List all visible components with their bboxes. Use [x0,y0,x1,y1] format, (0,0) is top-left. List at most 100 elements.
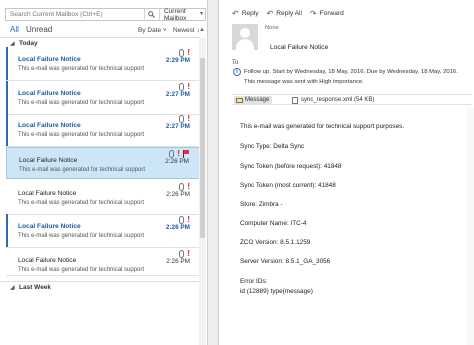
message-item-selected[interactable]: Local Failure Notice This e-mail was gen… [6,147,204,179]
importance-info: This message was sent with High importan… [244,79,364,85]
attachment-icon [179,115,185,123]
sort-by-dropdown[interactable]: By Date ˅ [138,27,167,34]
message-sender: Local Failure Notice [18,257,77,264]
document-icon [292,97,298,104]
body-line: Store: Zimbra - [240,201,283,208]
message-item[interactable]: Local Failure Notice This e-mail was gen… [6,81,204,115]
flag-icon[interactable] [183,150,189,158]
message-time: 2:27 PM [165,123,190,130]
message-status-icons: ! [179,83,190,91]
reply-all-button[interactable]: ↶ Reply All [267,9,302,18]
search-scope-dropdown[interactable]: Current Mailbox ▾ [159,8,206,22]
attachment-icon [179,216,185,224]
reply-all-label: Reply All [276,10,302,17]
message-time: 2:26 PM [166,191,190,198]
message-status-icons: ! [179,250,190,258]
message-item[interactable]: Local Failure Notice This e-mail was gen… [6,47,204,81]
message-preview: This e-mail was generated for technical … [18,66,145,72]
reply-button[interactable]: ↶ Reply [232,9,259,18]
envelope-icon [236,98,243,103]
sort-order-toggle[interactable]: Newest ↓ [173,27,200,34]
message-actions: ↶ Reply ↶ Reply All ↷ Forward [232,9,344,18]
message-tab[interactable]: Message [234,96,273,105]
search-bar: Current Mailbox ▾ [5,8,206,22]
message-time: 2:29 PM [165,57,190,64]
high-importance-icon: ! [187,48,190,57]
message-status-icons: ! [179,115,190,123]
message-status-icons: ! [179,183,190,191]
attachment-icon [179,183,185,191]
scrollbar-thumb[interactable] [200,58,205,238]
reply-icon: ↶ [232,9,239,18]
attachment-file-label: sync_response.xml (54 KB) [301,97,375,103]
message-item[interactable]: Local Failure Notice This e-mail was gen… [6,181,204,215]
attachment-icon [179,49,185,57]
filter-all-tab[interactable]: All [10,25,19,34]
forward-button[interactable]: ↷ Forward [310,9,344,18]
body-line: Sync Token (before request): 41848 [240,163,342,170]
group-label: Last Week [19,284,52,291]
message-sender: Local Failure Notice [19,157,78,164]
reply-label: Reply [241,10,259,17]
body-line: Server Version: 8.5.1_GA_3056 [240,258,331,265]
forward-label: Forward [319,10,344,17]
filter-unread-tab[interactable]: Unread [26,25,52,34]
to-label: To [232,60,239,66]
message-list-pane: Current Mailbox ▾ All Unread By Date ˅ N… [0,0,206,345]
message-preview: This e-mail was generated for technical … [18,100,145,106]
filter-bar: All Unread By Date ˅ Newest ↓ ▲ [0,24,206,36]
chevron-down-icon: ▾ [199,11,203,17]
message-time: 2:26 PM [165,158,189,165]
message-sender: Local Failure Notice [18,190,77,197]
high-importance-icon: ! [187,82,190,91]
message-list-scrollbar[interactable] [199,38,206,345]
message-time: 2:26 PM [165,224,190,231]
high-importance-icon: ! [187,249,190,258]
sender-avatar [232,24,258,50]
body-line: Sync Token (most current): 41848 [240,182,336,189]
body-line: This e-mail was generated for technical … [240,123,405,130]
attachment-bar: Message sync_response.xml (54 KB) [232,94,472,105]
message-time: 2:27 PM [165,91,190,98]
message-item[interactable]: Local Failure Notice This e-mail was gen… [6,214,204,248]
message-sender: Local Failure Notice [18,223,81,230]
attachment-icon [179,83,185,91]
scroll-up-arrow-icon[interactable]: ▲ [199,27,205,33]
reading-pane-scrollbar[interactable] [467,108,474,345]
body-line: Sync Type: Delta Sync [240,143,305,150]
sender-name: None [265,25,279,31]
message-item[interactable]: Local Failure Notice This e-mail was gen… [6,113,204,147]
message-preview: This e-mail was generated for technical … [18,233,145,239]
high-importance-icon: ! [177,149,180,158]
collapse-triangle-icon: ◢ [10,285,15,291]
attachment-file[interactable]: sync_response.xml (54 KB) [291,96,374,105]
message-status-icons: ! [169,150,189,158]
message-item[interactable]: Local Failure Notice This e-mail was gen… [6,248,204,276]
message-preview: This e-mail was generated for technical … [18,200,145,206]
message-tab-label: Message [245,97,270,103]
search-input[interactable] [6,9,149,20]
message-status-icons: ! [179,49,190,57]
reading-pane: ↶ Reply ↶ Reply All ↷ Forward None Local… [220,0,474,345]
pane-divider[interactable] [207,0,219,345]
high-importance-icon: ! [187,182,190,191]
group-header-last-week[interactable]: ◢ Last Week [0,281,200,291]
body-line: ZCO Version: 8.5.1.1259 [240,239,311,246]
search-button[interactable] [144,9,158,20]
message-status-icons: ! [179,216,190,224]
message-preview: This e-mail was generated for technical … [18,132,145,138]
message-sender: Local Failure Notice [18,90,81,97]
group-header-today[interactable]: ◢ Today [0,37,200,47]
reply-all-icon: ↶ [266,9,274,18]
group-label: Today [19,40,38,47]
attachment-icon [179,250,185,258]
message-time: 2:26 PM [166,258,190,265]
body-line: Computer Name: ITC-4 [240,220,307,227]
message-preview: This e-mail was generated for technical … [19,167,146,173]
body-line: Error IDs: [240,278,268,285]
follow-up-info: Follow up. Start by Wednesday, 18 May, 2… [244,69,458,75]
high-importance-icon: ! [187,215,190,224]
message-sender: Local Failure Notice [18,56,81,63]
message-sender: Local Failure Notice [18,122,81,129]
message-subject: Local Failure Notice [270,44,329,51]
